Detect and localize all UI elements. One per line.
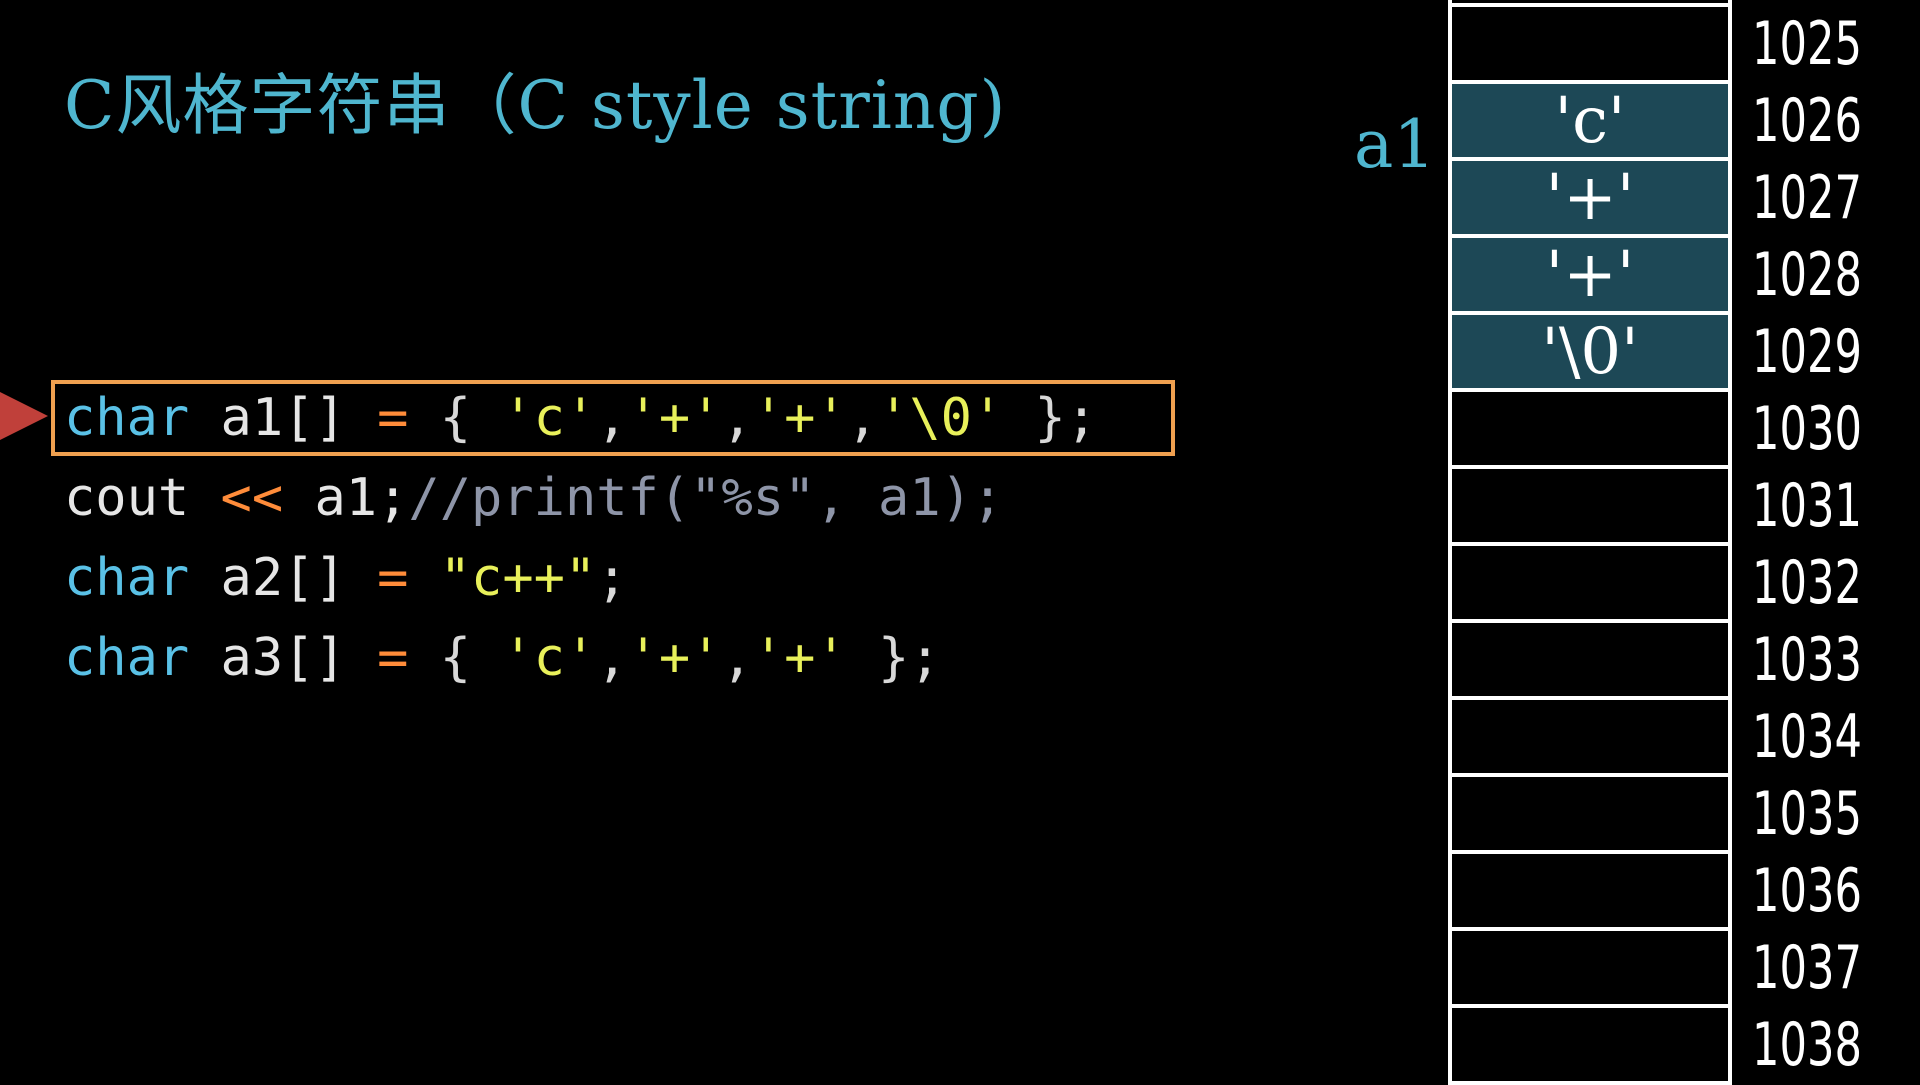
code-token: };	[1003, 388, 1098, 448]
code-token: 'c'	[502, 388, 597, 448]
code-token: a1;	[283, 468, 409, 528]
memory-cell: 1030	[1448, 388, 1862, 469]
memory-cell: 1025	[1448, 3, 1862, 84]
code-token: char	[64, 548, 190, 608]
code-token: =	[377, 388, 409, 448]
memory-address: 1027	[1752, 162, 1862, 233]
code-token: 'c'	[502, 628, 597, 688]
memory-cell: 1037	[1448, 927, 1862, 1008]
memory-cell: 1036	[1448, 850, 1862, 931]
code-token: ,	[721, 388, 753, 448]
code-token: char	[64, 388, 190, 448]
memory-cell: '+' 1028	[1448, 234, 1862, 315]
memory-address: 1026	[1752, 85, 1862, 156]
memory-cell: '+' 1027	[1448, 157, 1862, 238]
code-token: '\0'	[878, 388, 1004, 448]
variable-label: a1	[1354, 106, 1436, 183]
memory-cell: 'c' 1026	[1448, 80, 1862, 161]
memory-cell: 1038	[1448, 1004, 1862, 1085]
code-token: '+'	[752, 388, 847, 448]
memory-cell: '\0' 1029	[1448, 311, 1862, 392]
memory-address: 1025	[1752, 8, 1862, 79]
code-token: ,	[846, 388, 879, 448]
memory-address: 1024	[1752, 0, 1862, 2]
memory-column: 10241025'c'1026'+'1027'+'1028'\0'1029103…	[1448, 0, 1862, 1085]
code-token: {	[408, 388, 503, 448]
memory-cell: 1034	[1448, 696, 1862, 777]
code-token: ,	[596, 388, 628, 448]
code-token: ,	[721, 628, 753, 688]
memory-address: 1035	[1752, 778, 1862, 849]
code-token: a2[]	[189, 548, 378, 608]
code-token: '+'	[752, 628, 847, 688]
memory-cell: 1035	[1448, 773, 1862, 854]
code-line: char a2[] = "c++";	[64, 538, 628, 618]
memory-address: 1029	[1752, 316, 1862, 387]
memory-address: 1036	[1752, 855, 1862, 926]
code-token: ;	[596, 548, 628, 608]
code-token: <<	[220, 468, 284, 528]
code-token: {	[408, 628, 503, 688]
code-token: =	[377, 548, 409, 608]
memory-cell: 1032	[1448, 542, 1862, 623]
code-token: '+'	[627, 628, 722, 688]
code-token: //printf("%s", a1);	[408, 468, 1004, 528]
code-token: a3[]	[189, 628, 378, 688]
memory-address: 1032	[1752, 547, 1862, 618]
code-token: "c++"	[439, 548, 597, 608]
code-token: };	[846, 628, 941, 688]
memory-address: 1030	[1752, 393, 1862, 464]
memory-address: 1031	[1752, 470, 1862, 541]
current-line-arrow-icon	[0, 392, 48, 440]
code-token: =	[377, 628, 409, 688]
memory-cell: 1033	[1448, 619, 1862, 700]
memory-cell-value: '\0'	[1541, 314, 1639, 389]
code-line: char a3[] = { 'c','+','+' };	[64, 618, 941, 698]
code-token: char	[64, 628, 190, 688]
memory-cell-value: 'c'	[1554, 83, 1626, 158]
memory-cell-value: '+'	[1545, 237, 1635, 312]
code-line: cout << a1;//printf("%s", a1);	[64, 458, 1003, 538]
code-token: cout	[64, 468, 221, 528]
memory-address: 1033	[1752, 624, 1862, 695]
memory-cell-value: '+'	[1545, 160, 1635, 235]
memory-address: 1037	[1752, 932, 1862, 1003]
memory-address: 1028	[1752, 239, 1862, 310]
code-token: ,	[596, 628, 628, 688]
memory-address: 1038	[1752, 1009, 1862, 1080]
slide-title: C风格字符串（C style string)	[64, 67, 1007, 144]
memory-cell: 1031	[1448, 465, 1862, 546]
code-line: char a1[] = { 'c','+','+','\0' };	[64, 378, 1097, 458]
code-token: '+'	[627, 388, 722, 448]
code-token: a1[]	[189, 388, 378, 448]
memory-address: 1034	[1752, 701, 1862, 772]
